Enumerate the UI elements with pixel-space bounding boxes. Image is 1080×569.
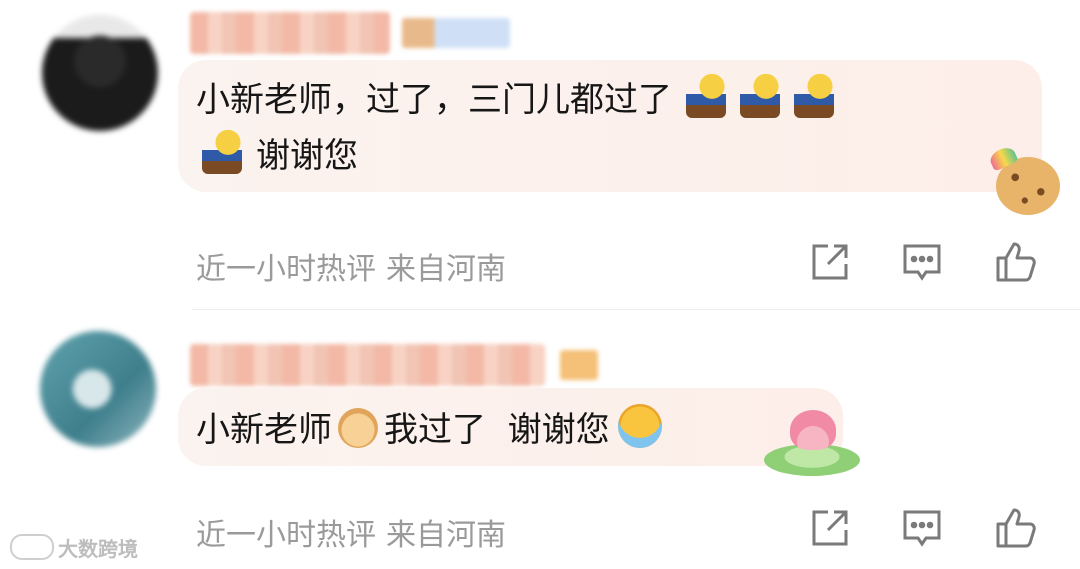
cookie-sticker-icon xyxy=(996,157,1060,215)
thumbs-up-icon xyxy=(996,242,1036,282)
comment-location: 来自河南 xyxy=(386,518,506,553)
avatar[interactable] xyxy=(42,15,158,131)
watermark-text: 大数跨境 xyxy=(58,537,138,561)
watermark: 大数跨境 xyxy=(10,533,138,562)
comment-text: 小新老师，过了，三门儿都过了 谢谢您 xyxy=(196,72,834,184)
comment-text-part1: 小新老师 xyxy=(196,410,332,450)
bowing-emoji-icon xyxy=(202,130,242,174)
comment-item: 小新老师，过了，三门儿都过了 谢谢您 近一小时热评 来自河南 xyxy=(0,0,1080,310)
crying-dog-emoji-icon xyxy=(338,408,378,448)
lotus-flower xyxy=(790,410,836,450)
user-badge xyxy=(560,350,598,380)
lotus-sticker-icon xyxy=(764,408,860,478)
comment-text: 小新老师 我过了 谢谢您 xyxy=(196,402,662,458)
user-badge xyxy=(402,18,510,48)
username-blurred[interactable] xyxy=(190,12,390,54)
reply-button[interactable] xyxy=(900,506,944,550)
share-icon xyxy=(812,244,848,280)
share-button[interactable] xyxy=(808,240,852,284)
bowing-emoji-icon xyxy=(686,74,726,118)
comment-time: 近一小时热评 xyxy=(196,518,376,553)
comment-text-tail: 谢谢您 xyxy=(256,136,358,176)
comment-item: 小新老师 我过了 谢谢您 近一小时热评 来自河南 xyxy=(0,310,1080,569)
like-button[interactable] xyxy=(994,506,1038,550)
username-blurred[interactable] xyxy=(190,344,545,386)
bowing-emoji-icon xyxy=(794,74,834,118)
watermark-logo-icon xyxy=(10,534,54,560)
bowing-emoji-icon xyxy=(740,74,780,118)
comment-icon xyxy=(903,510,941,547)
comment-icon xyxy=(903,244,941,281)
comment-text-part2: 我过了 谢谢您 xyxy=(384,410,610,450)
like-button[interactable] xyxy=(994,240,1038,284)
avatar[interactable] xyxy=(40,331,156,447)
crying-face-emoji-icon xyxy=(617,404,662,448)
comment-meta: 近一小时热评 来自河南 xyxy=(196,244,506,288)
thumbs-up-icon xyxy=(996,508,1036,548)
comment-location: 来自河南 xyxy=(386,252,506,287)
comment-time: 近一小时热评 xyxy=(196,252,376,287)
share-icon xyxy=(812,510,848,546)
reply-button[interactable] xyxy=(900,240,944,284)
comment-text-main: 小新老师，过了，三门儿都过了 xyxy=(196,80,672,120)
share-button[interactable] xyxy=(808,506,852,550)
comment-meta: 近一小时热评 来自河南 xyxy=(196,510,506,554)
